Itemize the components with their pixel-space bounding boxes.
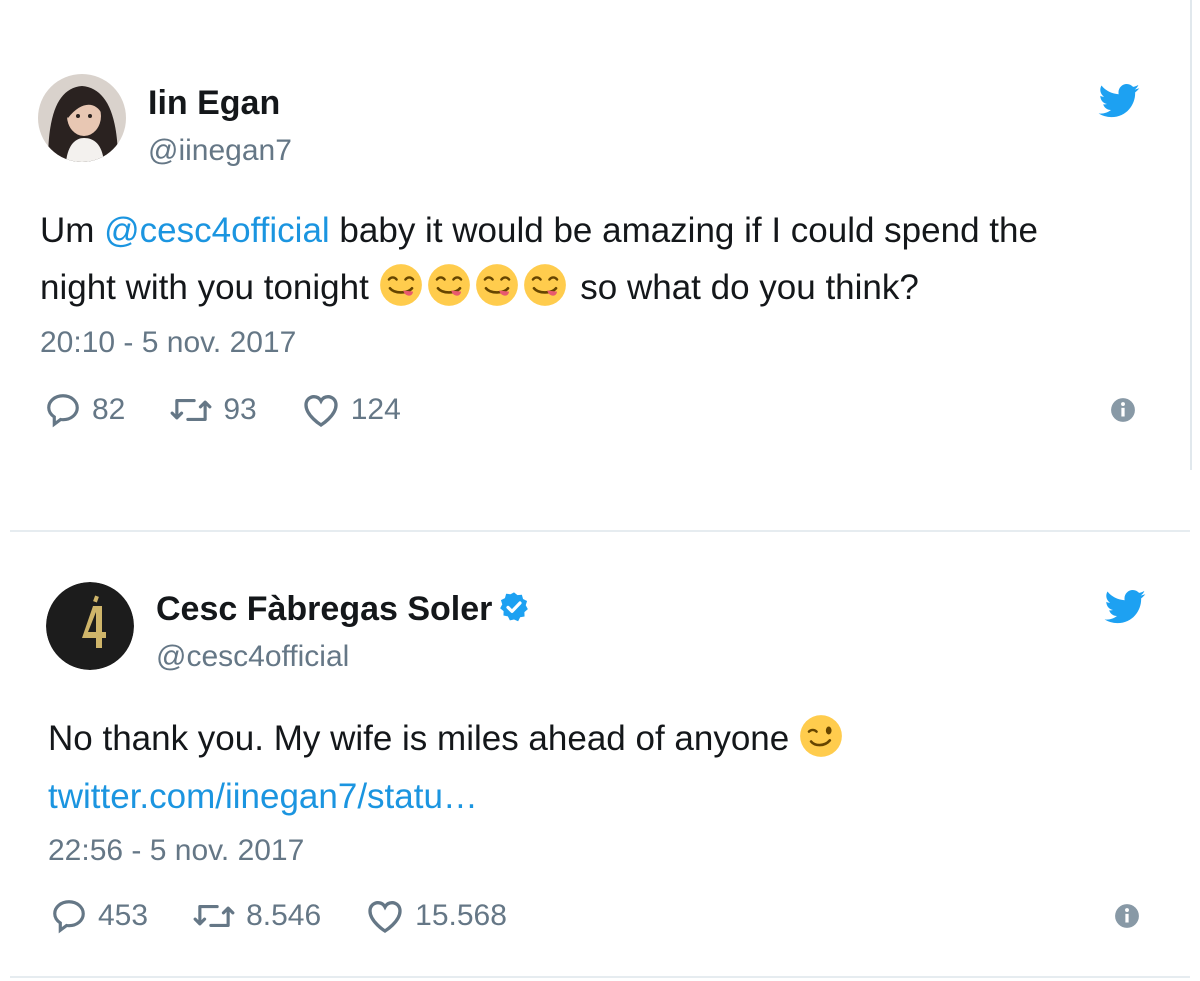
retweet-button[interactable]: 8.546 <box>192 897 321 935</box>
retweet-button[interactable]: 93 <box>169 391 257 429</box>
tweet-text-line-2: twitter.com/iinegan7/statu… <box>48 768 478 826</box>
yum-emoji-icon <box>523 264 566 306</box>
avatar[interactable] <box>46 582 134 670</box>
yum-emoji-icon <box>475 264 518 306</box>
reply-button[interactable]: 453 <box>50 897 148 935</box>
like-button[interactable]: 15.568 <box>365 897 507 935</box>
tweet-text-line-1: No thank you. My wife is miles ahead of … <box>48 710 847 768</box>
like-count: 124 <box>350 393 401 426</box>
tweet-actions: 82 93 124 <box>44 388 445 432</box>
retweet-icon <box>170 399 212 421</box>
tweet-text-rest: baby it would be amazing if I could spen… <box>329 211 1038 250</box>
mention-link[interactable]: @cesc4official <box>104 211 330 250</box>
verified-badge-icon <box>500 592 529 622</box>
heart-icon <box>304 394 338 427</box>
yum-emoji-icon <box>427 264 470 306</box>
reply-icon <box>53 900 85 934</box>
status-link[interactable]: twitter.com/iinegan7/statu… <box>48 777 478 816</box>
twitter-bird-icon[interactable] <box>1098 84 1140 118</box>
tweet-text-line2-end: so what do you think? <box>570 268 919 307</box>
like-button[interactable]: 124 <box>301 391 401 429</box>
reply-button[interactable]: 82 <box>44 391 125 429</box>
tweet-text-line-1: Um @cesc4official baby it would be amazi… <box>40 202 1038 260</box>
avatar[interactable] <box>38 74 126 162</box>
like-count: 15.568 <box>415 899 507 932</box>
reply-count: 82 <box>92 393 126 426</box>
tweet-text: No thank you. My wife is miles ahead of … <box>48 719 799 758</box>
tweet-divider-bottom <box>10 976 1190 978</box>
info-icon[interactable] <box>1110 397 1136 423</box>
timestamp-link[interactable]: 22:56 - 5 nov. 2017 <box>48 834 304 868</box>
yum-emoji-icon <box>379 264 422 306</box>
twitter-bird-icon[interactable] <box>1104 590 1146 624</box>
emoji-group <box>379 264 571 307</box>
reply-icon <box>47 394 79 428</box>
tweet-actions: 453 8.546 15.568 <box>50 894 551 938</box>
tweet-card-cesc4official: Cesc Fàbregas Soler @cesc4official No th… <box>0 530 1200 981</box>
retweet-icon <box>193 905 235 927</box>
heart-icon <box>368 900 402 933</box>
wink-emoji-icon <box>800 715 842 757</box>
info-icon[interactable] <box>1114 903 1140 929</box>
tweet-text-prefix: Um <box>40 211 105 250</box>
retweet-count: 93 <box>223 393 257 426</box>
card-border <box>1190 0 1192 470</box>
tweet-card-iinegan7: Iin Egan @iinegan7 Um @cesc4official bab… <box>0 0 1200 520</box>
author-handle[interactable]: @iinegan7 <box>148 134 292 168</box>
author-name-row: Cesc Fàbregas Soler <box>156 590 530 629</box>
reply-count: 453 <box>98 899 149 932</box>
retweet-count: 8.546 <box>246 899 322 932</box>
tweet-text-line-2: night with you tonight so what do you th… <box>40 259 919 317</box>
author-handle[interactable]: @cesc4official <box>156 640 349 674</box>
author-name[interactable]: Iin Egan <box>148 84 280 123</box>
timestamp-link[interactable]: 20:10 - 5 nov. 2017 <box>40 326 296 360</box>
author-name[interactable]: Cesc Fàbregas Soler <box>156 590 492 628</box>
tweet-text-line2-start: night with you tonight <box>40 268 379 307</box>
